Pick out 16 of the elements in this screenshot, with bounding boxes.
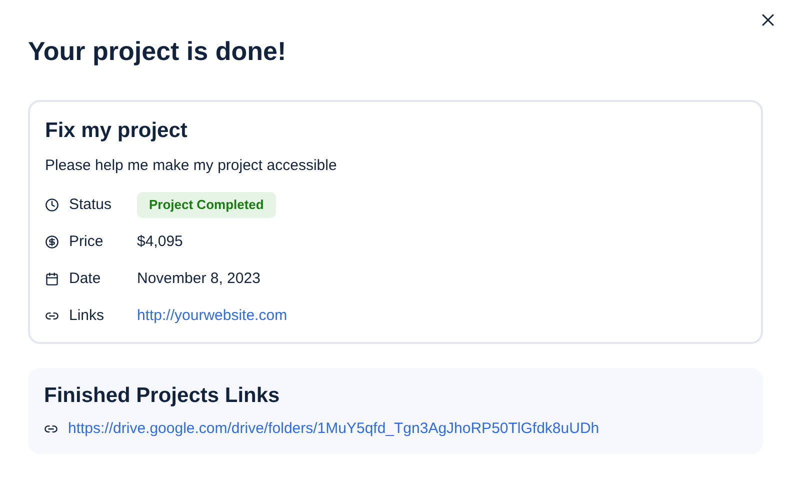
website-link[interactable]: http://yourwebsite.com xyxy=(137,304,288,328)
clock-icon xyxy=(45,198,59,212)
detail-label: Status xyxy=(69,194,112,215)
date-value: November 8, 2023 xyxy=(137,268,260,289)
dollar-icon xyxy=(45,235,59,249)
detail-label: Date xyxy=(69,268,101,289)
drive-link[interactable]: https://drive.google.com/drive/folders/1MuY5qfd_Tgn3AgJhoRP50TlGfdk8uUDh xyxy=(68,418,600,440)
finished-title: Finished Projects Links xyxy=(44,382,281,408)
detail-label: Price xyxy=(69,232,104,252)
price-value: $4,095 xyxy=(137,232,183,252)
dialog-title: Your project is done! xyxy=(28,35,288,68)
project-title: Fix my project xyxy=(45,118,188,144)
detail-label: Links xyxy=(69,306,104,326)
calendar-icon xyxy=(45,272,59,286)
status-badge: Project Completed xyxy=(137,192,276,218)
project-description: Please help me make my project accessible xyxy=(45,156,338,176)
